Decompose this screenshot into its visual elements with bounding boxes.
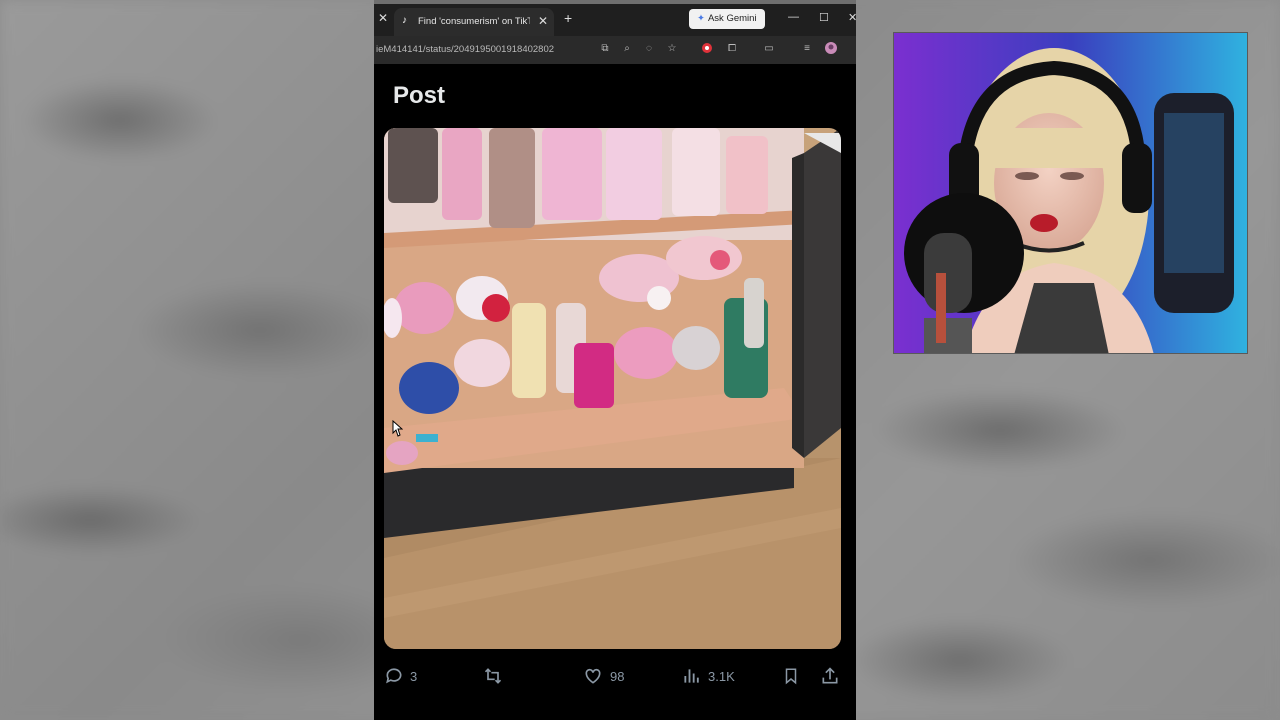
post-actions-bar: 3 98 3.1K [374, 660, 856, 700]
sparkle-icon: ✦ [697, 13, 705, 24]
window-close-icon[interactable]: ✕ [848, 11, 856, 24]
share-icon [822, 667, 838, 684]
profile-avatar-icon[interactable] [824, 42, 838, 56]
extension-red-icon[interactable] [700, 42, 714, 56]
cabinet-image [384, 128, 841, 649]
heart-icon [585, 668, 601, 684]
bookmark-icon [785, 668, 797, 685]
tab-tiktok[interactable]: ♪ Find 'consumerism' on TikTok | ✕ [394, 8, 554, 36]
like-count: 98 [610, 668, 625, 684]
like-button[interactable]: 98 [582, 666, 624, 686]
minimize-icon[interactable]: — [788, 11, 799, 23]
extensions-icon[interactable]: ⧠ [725, 42, 739, 56]
address-bar[interactable]: ieM414141/status/2049195001918402802 ⧉ ⌕… [374, 36, 856, 65]
reading-list-icon[interactable]: ≡ [800, 42, 814, 56]
page-title: Post [393, 82, 446, 109]
browser-window: ✕ ♪ Find 'consumerism' on TikTok | ✕ + ✦… [374, 0, 856, 720]
maximize-icon[interactable]: ☐ [819, 11, 829, 24]
repost-button[interactable] [482, 666, 504, 686]
tab-close-icon[interactable]: ✕ [538, 14, 548, 28]
views-button[interactable]: 3.1K [682, 666, 735, 686]
views-count: 3.1K [708, 668, 735, 684]
zoom-icon[interactable]: ⌕ [620, 42, 634, 56]
post-page: Post 3 98 3.1K [374, 64, 856, 720]
url-text[interactable]: ieM414141/status/2049195001918402802 [376, 44, 554, 55]
new-tab-button[interactable]: + [564, 10, 572, 26]
repost-icon [484, 668, 502, 684]
reply-icon [386, 668, 402, 684]
ask-gemini-button[interactable]: ✦ Ask Gemini [689, 9, 765, 29]
bookmark-star-icon[interactable]: ☆ [665, 42, 679, 56]
tiktok-icon: ♪ [402, 15, 407, 26]
views-chart-icon [684, 669, 699, 683]
tab-bar: ✕ ♪ Find 'consumerism' on TikTok | ✕ + ✦… [374, 0, 856, 36]
bookmark-button[interactable] [782, 666, 800, 686]
reply-count: 3 [410, 668, 418, 684]
close-icon[interactable]: ✕ [376, 11, 390, 25]
share-button[interactable] [820, 666, 840, 686]
tab-title: Find 'consumerism' on TikTok | [418, 16, 530, 27]
ask-gemini-label: Ask Gemini [707, 13, 757, 24]
post-video[interactable] [384, 128, 841, 649]
cursor-icon [392, 420, 403, 437]
streamer-image [894, 33, 1247, 353]
reply-button[interactable]: 3 [384, 666, 417, 686]
eye-off-icon[interactable]: ◌ [642, 42, 656, 56]
install-app-icon[interactable]: ⧉ [598, 42, 612, 56]
sidebar-icon[interactable]: ▭ [762, 42, 776, 56]
webcam-overlay [893, 32, 1248, 354]
